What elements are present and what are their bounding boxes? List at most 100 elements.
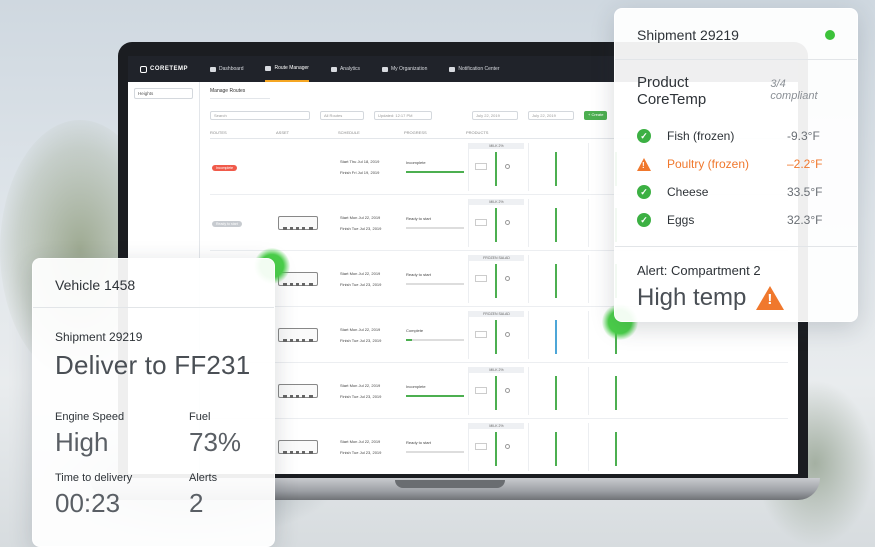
- nav-dashboard[interactable]: Dashboard: [210, 56, 243, 82]
- laptop-notch: [395, 480, 505, 488]
- sensor-icon: [505, 275, 510, 281]
- product-column: FROZEN SALAD: [468, 310, 524, 359]
- table-row[interactable]: Start Mon Jul 22, 2019 Finish Tue Jul 23…: [210, 363, 788, 419]
- schedule-finish-label: Finish: [340, 449, 351, 455]
- temperature-gauge: [615, 431, 617, 466]
- truck-icon: [278, 439, 318, 454]
- progress-label: Ready to start: [406, 216, 431, 221]
- date-from-input[interactable]: July 22, 2019: [472, 111, 518, 120]
- sensor-icon: [505, 331, 510, 337]
- table-row[interactable]: Start Mon Jul 22, 2019 Finish Tue Jul 23…: [210, 419, 788, 474]
- item-temperature: 32.3°F: [787, 213, 823, 227]
- schedule-finish-label: Finish: [340, 281, 351, 287]
- nav-label: Analytics: [339, 66, 360, 72]
- item-name: Fish (frozen): [667, 129, 735, 143]
- asset-cell: [276, 214, 338, 232]
- schedule-start: Mon Jul 22, 2019: [349, 214, 381, 220]
- temperature-gauge: [495, 319, 497, 354]
- schedule-finish-label: Finish: [340, 337, 351, 343]
- product-column: [528, 310, 584, 359]
- nav-label: My Organization: [390, 66, 428, 72]
- product-column: [588, 366, 644, 415]
- product-column: [588, 422, 644, 471]
- list-item: ✓ Cheese 33.5°F: [637, 178, 835, 206]
- product-column: [528, 366, 584, 415]
- tab-manage-routes[interactable]: Manage Routes: [210, 88, 270, 99]
- schedule-start: Mon Jul 22, 2019: [349, 326, 381, 332]
- route-cell: Ready to start: [210, 216, 276, 229]
- schedule-start-label: Start: [340, 270, 349, 276]
- schedule-finish: Tue Jul 23, 2019: [351, 337, 382, 343]
- progress-fill: [406, 171, 464, 173]
- item-name: Eggs: [667, 213, 695, 227]
- check-icon: ✓: [637, 185, 651, 199]
- product-name: FROZEN SALAD: [469, 254, 524, 261]
- vehicle-title: Vehicle 1458: [55, 277, 136, 293]
- schedule-start-label: Start: [340, 158, 349, 164]
- time-to-delivery-label: Time to delivery: [55, 472, 133, 484]
- shipment-card: Shipment 29219 Product CoreTemp 3/4 comp…: [614, 8, 858, 322]
- fuel-value: 73%: [189, 427, 242, 457]
- app-logo[interactable]: CORETEMP: [140, 65, 188, 73]
- schedule-start-label: Start: [340, 382, 349, 388]
- status-badge: Ready to start: [212, 221, 242, 227]
- progress-cell: Complete: [404, 326, 466, 343]
- progress-cell: Incomplete: [404, 382, 466, 399]
- progress-cell: Ready to start: [404, 270, 466, 287]
- item-temperature: -9.3°F: [787, 129, 820, 143]
- schedule-start: Mon Jul 22, 2019: [349, 382, 381, 388]
- temperature-gauge: [555, 151, 557, 186]
- schedule-cell: Start Mon Jul 22, 2019 Finish Tue Jul 23…: [338, 213, 404, 233]
- progress-cell: Ready to start: [404, 214, 466, 231]
- temperature-gauge: [555, 375, 557, 410]
- route-filter-select[interactable]: All Routes: [320, 111, 364, 120]
- compliance-status: 3/4 compliant: [770, 78, 818, 102]
- temperature-gauge: [615, 375, 617, 410]
- status-badge: Incomplete: [212, 165, 238, 171]
- organization-icon: [381, 66, 388, 72]
- nav-my-organization[interactable]: My Organization: [381, 56, 428, 82]
- schedule-cell: Start Mon Jul 22, 2019 Finish Tue Jul 23…: [338, 381, 404, 401]
- nav-notification-center[interactable]: Notification Center: [449, 56, 500, 82]
- item-temperature: ‒2.2°F: [787, 157, 823, 171]
- date-to-input[interactable]: July 22, 2019: [528, 111, 574, 120]
- item-temperature: 33.5°F: [787, 185, 823, 199]
- schedule-start-label: Start: [340, 438, 349, 444]
- progress-bar: [406, 227, 464, 229]
- nav-route-manager[interactable]: Route Manager: [265, 56, 309, 82]
- product-name: MILK 2%: [469, 422, 524, 429]
- progress-bar: [406, 171, 464, 173]
- progress-bar: [406, 395, 464, 397]
- nav-label: Notification Center: [458, 66, 500, 72]
- truck-icon: [278, 327, 318, 342]
- progress-bar: [406, 451, 464, 453]
- progress-label: Incomplete: [406, 160, 426, 165]
- vehicle-card: Vehicle 1458 Shipment 29219 Deliver to F…: [32, 258, 275, 547]
- product-column: MILK 2%: [468, 198, 524, 247]
- search-input[interactable]: Search: [210, 111, 310, 120]
- updated-refresh[interactable]: Updated: 12:17 PM: [374, 111, 432, 120]
- create-route-button[interactable]: + Create: [584, 111, 608, 120]
- product-column: MILK 2%: [468, 422, 524, 471]
- item-name: Cheese: [667, 185, 709, 199]
- nav-label: Dashboard: [219, 66, 244, 72]
- schedule-cell: Start Mon Jul 22, 2019 Finish Tue Jul 23…: [338, 269, 404, 289]
- schedule-start: Mon Jul 22, 2019: [349, 270, 381, 276]
- temperature-box: [475, 330, 487, 338]
- product-name: Product CoreTemp: [637, 74, 707, 108]
- nav-analytics[interactable]: Analytics: [330, 56, 360, 82]
- temperature-gauge: [495, 431, 497, 466]
- schedule-finish-label: Finish: [340, 169, 351, 175]
- progress-bar: [406, 339, 464, 341]
- products-cell: MILK 2%: [466, 421, 706, 473]
- location-select[interactable]: Heights: [134, 88, 193, 99]
- time-to-delivery-value: 00:23: [55, 488, 121, 518]
- progress-fill: [406, 339, 412, 341]
- product-name: MILK 2%: [469, 142, 524, 149]
- nav-label: Route Manager: [274, 65, 309, 71]
- product-column: [528, 422, 584, 471]
- asset-cell: [276, 382, 338, 400]
- temperature-box: [475, 218, 487, 226]
- fuel-label: Fuel: [189, 411, 211, 423]
- schedule-start: Mon Jul 22, 2019: [349, 438, 381, 444]
